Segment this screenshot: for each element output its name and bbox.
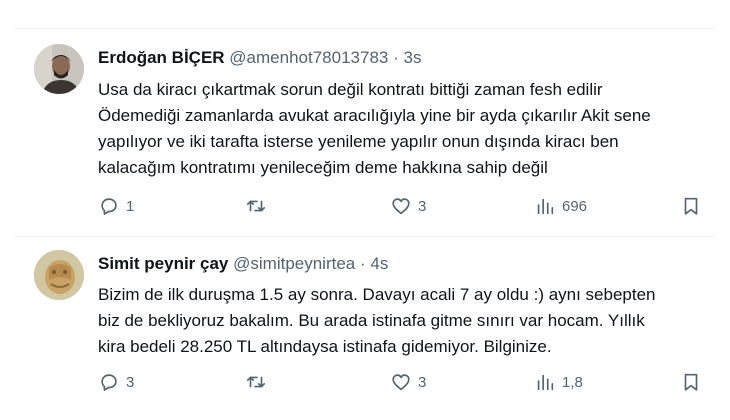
tweet-text-line: kira bedeli 28.250 TL altındaysa istinaf…	[98, 337, 552, 356]
views-button[interactable]: 1,8	[534, 370, 583, 394]
reply-count: 1	[126, 197, 135, 215]
tweet-2-actions: 3 3 1,8	[98, 370, 710, 394]
tweet-1-header: Erdoğan BİÇER @amenhot78013783 · 3s	[98, 48, 421, 68]
like-button[interactable]: 3	[390, 194, 426, 218]
retweet-icon	[246, 376, 266, 388]
tweet-timestamp[interactable]: 3s	[404, 48, 422, 67]
views-count: 1,8	[562, 373, 583, 391]
heart-icon	[392, 374, 410, 391]
bookmark-icon	[684, 373, 698, 391]
retweet-button[interactable]	[245, 194, 273, 218]
avatar-simit[interactable]	[34, 250, 84, 300]
tweet-1-actions: 1 3 696	[98, 194, 710, 218]
display-name[interactable]: Simit peynir çay	[98, 254, 228, 273]
heart-icon	[392, 198, 410, 215]
avatar-erdogan[interactable]	[34, 44, 84, 94]
like-button[interactable]: 3	[390, 370, 426, 394]
tweet-text-line: yapılıyor ve iki tarafta isterse yenilem…	[98, 132, 619, 151]
views-button[interactable]: 696	[534, 194, 587, 218]
display-name[interactable]: Erdoğan BİÇER	[98, 48, 225, 67]
bookmark-button[interactable]	[680, 194, 702, 218]
reply-icon	[101, 198, 117, 215]
reply-count: 3	[126, 373, 135, 391]
separator-dot: ·	[360, 254, 366, 273]
tweet-2-text: Bizim de ilk duruşma 1.5 ay sonra. Davay…	[98, 282, 720, 360]
tweet-1-text: Usa da kiracı çıkartmak sorun değil kont…	[98, 77, 720, 181]
retweet-button[interactable]	[245, 370, 273, 394]
like-count: 3	[418, 197, 427, 215]
reply-button[interactable]: 3	[98, 370, 134, 394]
tweet-1[interactable]: Erdoğan BİÇER @amenhot78013783 · 3s Usa …	[0, 0, 730, 236]
separator-dot: ·	[393, 48, 399, 67]
reply-icon	[101, 374, 117, 391]
bookmark-icon	[684, 197, 698, 215]
user-handle[interactable]: @amenhot78013783	[229, 48, 388, 67]
tweet-2-header: Simit peynir çay @simitpeynirtea · 4s	[98, 254, 388, 274]
user-handle[interactable]: @simitpeynirtea	[233, 254, 355, 273]
tweet-2[interactable]: Simit peynir çay @simitpeynirtea · 4s Bi…	[0, 236, 730, 420]
tweet-text-line: Usa da kiracı çıkartmak sorun değil kont…	[98, 80, 603, 99]
views-icon	[537, 198, 554, 215]
tweet-timestamp[interactable]: 4s	[370, 254, 388, 273]
tweet-text-line: Bizim de ilk duruşma 1.5 ay sonra. Davay…	[98, 285, 656, 304]
views-icon	[537, 374, 554, 391]
tweet-text-line: biz de bekliyoruz bakalım. Bu arada isti…	[98, 311, 645, 330]
views-count: 696	[562, 197, 588, 215]
like-count: 3	[418, 373, 427, 391]
retweet-icon	[246, 200, 266, 212]
tweet-text-line: kalacağım kontratımı yenileceğim deme ha…	[98, 158, 548, 177]
tweet-text-line: Ödemediği zamanlarda avukat aracılığıyla…	[98, 106, 651, 125]
bookmark-button[interactable]	[680, 370, 702, 394]
reply-button[interactable]: 1	[98, 194, 134, 218]
